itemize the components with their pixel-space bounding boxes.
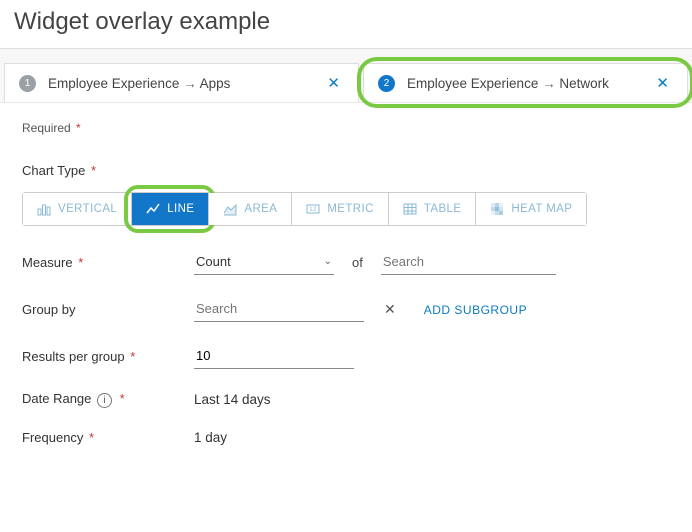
frequency-row: Frequency * 1 day (22, 430, 670, 445)
area-chart-icon (223, 202, 237, 216)
chart-btn-line-label: LINE (167, 203, 194, 215)
chart-btn-heatmap[interactable]: HEAT MAP (476, 193, 586, 225)
chart-btn-metric[interactable]: 12 METRIC (292, 193, 388, 225)
date-range-row: Date Range i * Last 14 days (22, 391, 670, 408)
tab-1-label-a: Employee Experience (48, 76, 179, 91)
measure-search-input[interactable] (381, 250, 556, 275)
arrow-icon: → (183, 76, 200, 91)
required-note: Required * (22, 121, 670, 135)
measure-value: Count (196, 254, 231, 269)
heatmap-icon (490, 202, 504, 216)
chart-btn-line[interactable]: LINE (132, 193, 209, 225)
tab-badge-2: 2 (378, 75, 395, 92)
chevron-down-icon: ⌄ (324, 256, 332, 267)
asterisk-icon: * (73, 121, 81, 135)
form-area: Required * Chart Type * VERTICAL LINE AR… (0, 103, 692, 485)
svg-text:12: 12 (310, 207, 318, 213)
chart-type-text: Chart Type (22, 163, 85, 178)
chart-type-buttons: VERTICAL LINE AREA 12 METRIC TABLE HEAT … (22, 192, 587, 226)
close-icon[interactable]: ✕ (323, 74, 344, 92)
tab-1-label: Employee Experience → Apps (48, 76, 311, 91)
results-per-group-label: Results per group * (22, 349, 182, 364)
chart-type-label: Chart Type * (22, 163, 670, 178)
asterisk-icon: * (127, 349, 136, 364)
metric-icon: 12 (306, 202, 320, 216)
tab-badge-1: 1 (19, 75, 36, 92)
bar-chart-icon (37, 202, 51, 216)
tab-2-label-b: Network (559, 76, 609, 91)
page-title: Widget overlay example (0, 0, 692, 49)
frequency-label-text: Frequency (22, 430, 83, 445)
of-text: of (346, 255, 369, 270)
asterisk-icon: * (87, 163, 96, 178)
clear-icon[interactable]: ✕ (376, 301, 404, 318)
arrow-icon: → (542, 76, 559, 91)
chart-btn-table[interactable]: TABLE (389, 193, 477, 225)
measure-label: Measure * (22, 255, 182, 270)
frequency-label: Frequency * (22, 430, 182, 445)
chart-btn-area[interactable]: AREA (209, 193, 292, 225)
tabs-row: 1 Employee Experience → Apps ✕ 2 Employe… (0, 49, 692, 103)
tab-2[interactable]: 2 Employee Experience → Network ✕ (363, 63, 688, 102)
close-icon[interactable]: ✕ (652, 74, 673, 92)
required-text: Required (22, 121, 71, 135)
groupby-row: Group by ✕ ADD SUBGROUP (22, 297, 670, 322)
date-range-label-text: Date Range (22, 391, 91, 406)
measure-label-text: Measure (22, 255, 73, 270)
tab-2-label: Employee Experience → Network (407, 76, 640, 91)
measure-select[interactable]: Count ⌄ (194, 250, 334, 275)
tab-2-label-a: Employee Experience (407, 76, 538, 91)
chart-btn-table-label: TABLE (424, 203, 462, 215)
chart-btn-area-label: AREA (244, 203, 277, 215)
add-subgroup-button[interactable]: ADD SUBGROUP (424, 303, 527, 317)
asterisk-icon: * (75, 255, 84, 270)
info-icon[interactable]: i (97, 393, 112, 408)
measure-row: Measure * Count ⌄ of (22, 250, 670, 275)
asterisk-icon: * (120, 391, 125, 406)
groupby-label: Group by (22, 302, 182, 317)
line-chart-icon (146, 202, 160, 216)
chart-btn-vertical[interactable]: VERTICAL (23, 193, 132, 225)
results-per-group-input[interactable] (194, 344, 354, 369)
tab-1-label-b: Apps (200, 76, 231, 91)
frequency-value: 1 day (194, 430, 227, 445)
date-range-label: Date Range i * (22, 391, 182, 408)
tab-1[interactable]: 1 Employee Experience → Apps ✕ (4, 63, 359, 102)
table-icon (403, 202, 417, 216)
chart-btn-metric-label: METRIC (327, 203, 373, 215)
groupby-search-input[interactable] (194, 297, 364, 322)
chart-btn-vertical-label: VERTICAL (58, 203, 117, 215)
chart-btn-heatmap-label: HEAT MAP (511, 203, 572, 215)
results-label-text: Results per group (22, 349, 125, 364)
asterisk-icon: * (85, 430, 94, 445)
results-per-group-row: Results per group * (22, 344, 670, 369)
date-range-value: Last 14 days (194, 392, 271, 407)
